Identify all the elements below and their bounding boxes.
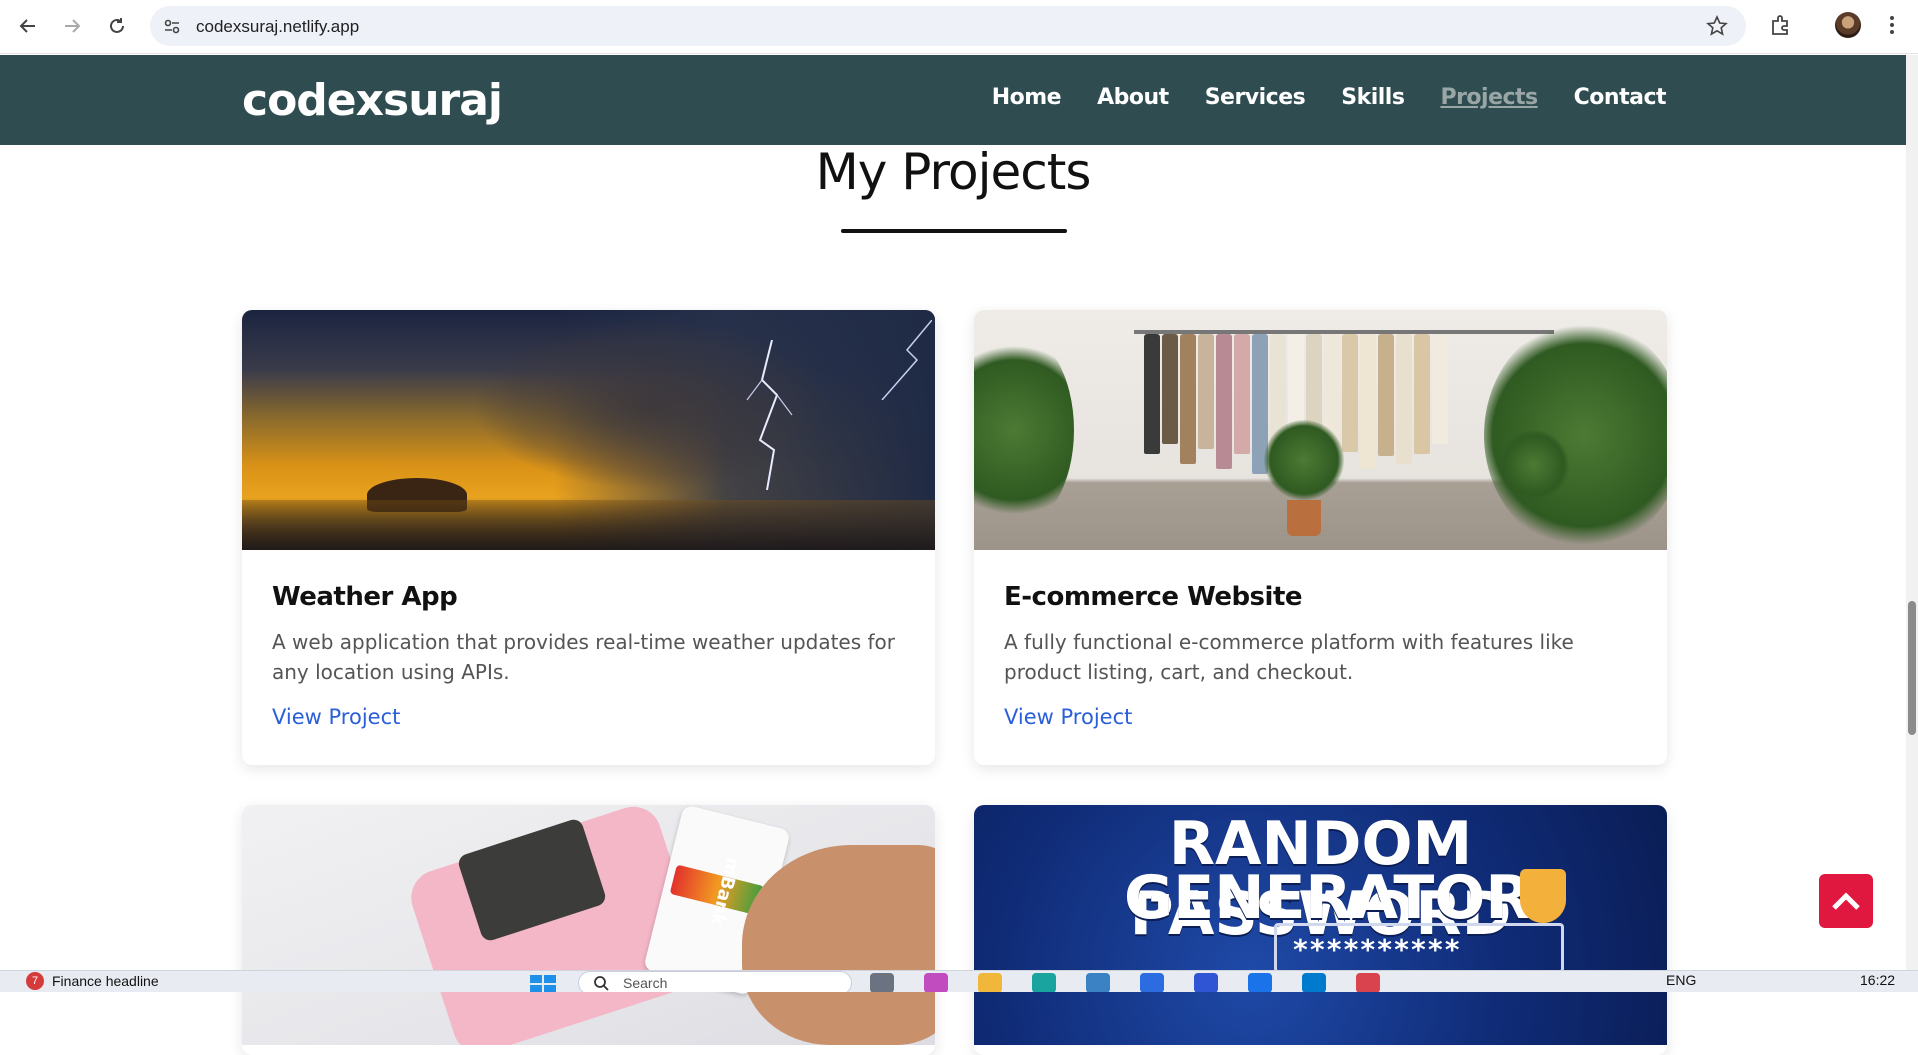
shield-check-icon: [1520, 869, 1566, 923]
project-description: A fully functional e-commerce platform w…: [1004, 630, 1574, 684]
weather-widget[interactable]: 7 Finance headline: [26, 972, 159, 990]
view-project-link[interactable]: View Project: [1004, 705, 1132, 729]
project-card-weather: Weather App A web application that provi…: [242, 310, 935, 765]
nav-home[interactable]: Home: [992, 85, 1062, 110]
title-underline: [841, 229, 1067, 233]
back-icon[interactable]: [14, 12, 42, 40]
project-title: E-commerce Website: [1004, 582, 1303, 612]
chevron-up-icon: [1832, 892, 1860, 910]
browser-toolbar: codexsuraj.netlify.app: [0, 0, 1918, 54]
widget-label: Finance headline: [52, 973, 159, 989]
chrome-icon[interactable]: [1356, 973, 1380, 992]
chat-icon[interactable]: [1194, 973, 1218, 992]
copilot-icon[interactable]: [924, 973, 948, 992]
mail-icon[interactable]: [1248, 973, 1272, 992]
clothing-rack-image: [974, 310, 1667, 550]
reload-icon[interactable]: [103, 12, 131, 40]
nav-about[interactable]: About: [1097, 85, 1169, 110]
project-card-password: RANDOM PASSWORD GENERATOR **********: [974, 805, 1667, 1055]
project-title: Weather App: [272, 582, 458, 612]
os-taskbar: 7 Finance headline Search ENG 16:22: [0, 970, 1918, 992]
language-indicator[interactable]: ENG: [1666, 972, 1696, 988]
extensions-icon[interactable]: [1768, 12, 1794, 38]
forward-icon[interactable]: [58, 12, 86, 40]
site-header: codexsuraj Home About Services Skills Pr…: [0, 55, 1906, 145]
search-placeholder: Search: [623, 975, 668, 991]
address-bar[interactable]: codexsuraj.netlify.app: [150, 6, 1746, 46]
edge-icon[interactable]: [1032, 973, 1056, 992]
browser-menu-icon[interactable]: [1882, 12, 1902, 38]
windows-start-icon[interactable]: [528, 973, 558, 992]
site-info-icon[interactable]: [162, 16, 182, 36]
scroll-to-top-button[interactable]: [1819, 874, 1873, 928]
taskbar-search[interactable]: Search: [578, 971, 852, 992]
nav-projects[interactable]: Projects: [1440, 85, 1538, 110]
card-payment-terminal-image: mBank: [242, 805, 935, 1045]
notification-badge: 7: [26, 972, 44, 990]
password-generator-image: RANDOM PASSWORD GENERATOR **********: [974, 805, 1667, 1045]
project-card-payment: mBank: [242, 805, 935, 1055]
bookmark-star-icon[interactable]: [1706, 15, 1728, 37]
clock[interactable]: 16:22: [1860, 972, 1895, 988]
storm-landscape-image: [242, 310, 935, 550]
main-nav: Home About Services Skills Projects Cont…: [992, 85, 1667, 110]
nav-contact[interactable]: Contact: [1574, 85, 1667, 110]
view-project-link[interactable]: View Project: [272, 705, 400, 729]
vscode-icon[interactable]: [1302, 973, 1326, 992]
section-title: My Projects: [815, 143, 1092, 201]
store-icon[interactable]: [1086, 973, 1110, 992]
project-description: A web application that provides real-tim…: [272, 630, 896, 684]
calendar-icon[interactable]: [1140, 973, 1164, 992]
search-icon: [594, 976, 609, 991]
scrollbar-thumb[interactable]: [1908, 601, 1916, 735]
file-icon[interactable]: [870, 973, 894, 992]
password-stars: **********: [1292, 933, 1461, 966]
nav-services[interactable]: Services: [1205, 85, 1306, 110]
nav-skills[interactable]: Skills: [1341, 85, 1405, 110]
folder-icon[interactable]: [978, 973, 1002, 992]
profile-avatar[interactable]: [1835, 12, 1861, 38]
url-text[interactable]: codexsuraj.netlify.app: [196, 17, 359, 37]
site-logo[interactable]: codexsuraj: [242, 75, 503, 126]
project-card-ecommerce: E-commerce Website A fully functional e-…: [974, 310, 1667, 765]
page-scrollbar[interactable]: [1906, 55, 1918, 992]
